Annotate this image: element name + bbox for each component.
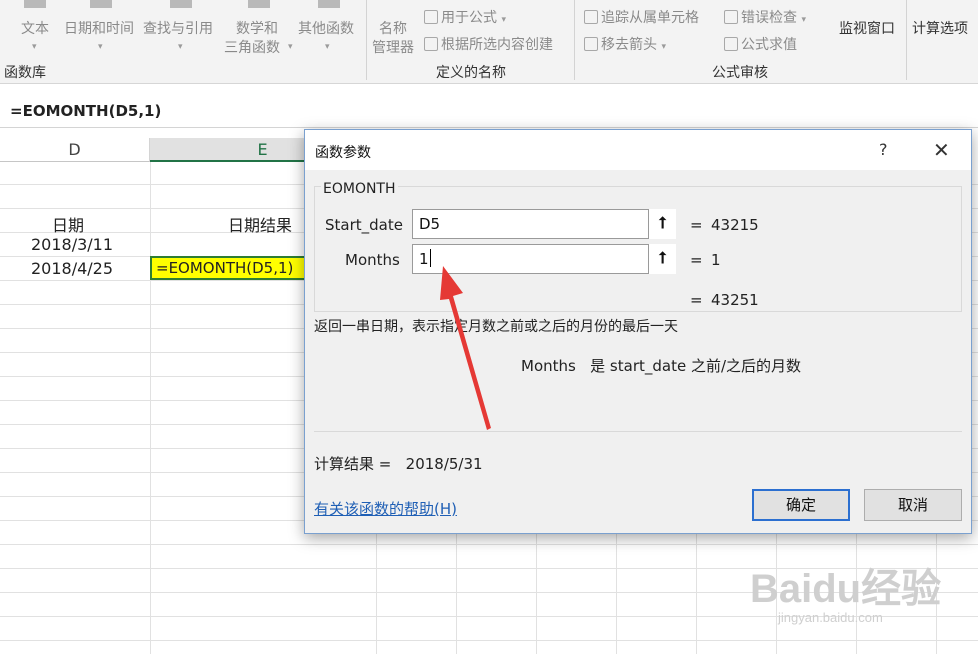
parameter-name: Months (521, 357, 576, 375)
function-help-link[interactable]: 有关该函数的帮助(H) (314, 498, 457, 519)
chevron-down-icon: ▾ (501, 15, 506, 25)
group-separator (906, 0, 907, 80)
datetime-icon (90, 0, 112, 8)
chevron-down-icon: ▾ (98, 42, 103, 52)
ribbon-evaluate-formula-button[interactable]: 公式求值 (724, 34, 797, 54)
remove-arrows-label: 移去箭头 (601, 37, 657, 53)
ribbon-create-from-selection-button[interactable]: 根据所选内容创建 (424, 34, 553, 54)
cell-e3[interactable]: 日期结果 (228, 212, 292, 236)
column-gridline (150, 162, 151, 654)
chevron-down-icon: ▾ (178, 42, 183, 52)
math-icon (248, 0, 270, 8)
trace-dependents-label: 追踪从属单元格 (601, 10, 699, 26)
remove-arrows-icon (584, 37, 598, 51)
chevron-down-icon: ▾ (32, 42, 37, 52)
formula-bar[interactable]: =EOMONTH(D5,1) (0, 96, 978, 128)
months-input[interactable]: 1 (412, 244, 676, 274)
use-in-formula-label: 用于公式 (441, 10, 497, 26)
lookup-icon (170, 0, 192, 8)
other-func-icon (318, 0, 340, 8)
formula-bar-value[interactable]: =EOMONTH(D5,1) (10, 102, 161, 120)
row-gridline (0, 640, 978, 641)
create-icon (424, 37, 438, 51)
function-name: EOMONTH (321, 181, 398, 197)
months-value: 1 (419, 250, 429, 268)
ribbon-use-in-formula-button[interactable]: 用于公式 ▾ (424, 7, 506, 27)
ribbon-text-button[interactable]: 文本 (21, 18, 49, 38)
arg-label-months: Months (345, 251, 400, 269)
ribbon-name-manager-button[interactable]: 名称 (379, 18, 407, 38)
chevron-down-icon: ▾ (801, 15, 806, 25)
chevron-down-icon: ▾ (661, 42, 666, 52)
group-label-defined-names: 定义的名称 (436, 65, 506, 81)
collapse-dialog-icon[interactable]: ⭡ (648, 209, 676, 239)
ribbon-other-button[interactable]: 其他函数 (298, 18, 354, 38)
group-label-function-library: 函数库 (4, 65, 46, 81)
start-date-result: 43215 (711, 216, 759, 234)
equals-sign: = (690, 251, 703, 269)
cell-e5-active[interactable]: =EOMONTH(D5,1) (150, 256, 306, 280)
ribbon-trace-dependents-button[interactable]: 追踪从属单元格 (584, 7, 699, 27)
group-separator (574, 0, 575, 80)
parameter-text: 是 start_date 之前/之后的月数 (590, 357, 802, 375)
text-icon (24, 0, 46, 8)
function-description: 返回一串日期，表示指定月数之前或之后的月份的最后一天 (314, 319, 678, 335)
chevron-down-icon: ▾ (288, 42, 293, 52)
ribbon-name-manager-label-2: 管理器 (372, 40, 414, 56)
group-label-formula-auditing: 公式审核 (712, 65, 768, 81)
watermark-url: jingyan.baidu.com (778, 610, 883, 625)
watermark-logo: Baidu经验 (750, 567, 942, 611)
error-check-icon (724, 10, 738, 24)
ribbon-lookup-button[interactable]: 查找与引用 (143, 18, 213, 38)
calc-result-label: 计算结果 = (314, 455, 392, 473)
error-check-label: 错误检查 (741, 10, 797, 26)
ribbon-error-check-button[interactable]: 错误检查 ▾ (724, 7, 806, 27)
evaluate-icon (724, 37, 738, 51)
ribbon-math-button[interactable]: 数学和 (236, 18, 278, 38)
months-result: 1 (711, 251, 721, 269)
start-date-input[interactable]: D5 (412, 209, 676, 239)
calculation-result: 计算结果 = 2018/5/31 (314, 453, 483, 474)
equals-sign: = (690, 216, 703, 234)
cell-d3[interactable]: 日期 (52, 212, 84, 236)
fx-icon (424, 10, 438, 24)
column-header-d[interactable]: D (0, 138, 150, 162)
row-gridline (0, 544, 978, 545)
ribbon-watch-window-button[interactable]: 监视窗口 (839, 18, 895, 38)
ribbon-datetime-button[interactable]: 日期和时间 (64, 18, 134, 38)
cell-d4[interactable]: 2018/3/11 (31, 235, 113, 254)
divider (314, 431, 962, 432)
trace-icon (584, 10, 598, 24)
calc-result-value: 2018/5/31 (405, 455, 483, 473)
create-from-selection-label: 根据所选内容创建 (441, 37, 553, 53)
ribbon-math-label-2: 三角函数 (224, 40, 280, 56)
formula-result: 43251 (711, 291, 759, 309)
chevron-down-icon: ▾ (325, 42, 330, 52)
ribbon: 文本 ▾ 日期和时间 ▾ 查找与引用 ▾ 数学和 三角函数 ▾ 其他函数 ▾ 函… (0, 0, 978, 84)
group-separator (366, 0, 367, 80)
start-date-value: D5 (419, 215, 441, 233)
text-caret (429, 249, 431, 267)
equals-sign: = (690, 291, 703, 309)
ribbon-remove-arrows-button[interactable]: 移去箭头 ▾ (584, 34, 666, 54)
function-arguments-dialog: 函数参数 ? ✕ EOMONTH Start_date D5 ⭡ = 43215… (304, 129, 972, 534)
parameter-description: Months 是 start_date 之前/之后的月数 (521, 355, 801, 376)
collapse-dialog-icon[interactable]: ⭡ (648, 244, 676, 274)
evaluate-formula-label: 公式求值 (741, 37, 797, 53)
ribbon-calc-options-button[interactable]: 计算选项 (912, 18, 968, 38)
cancel-button[interactable]: 取消 (864, 489, 962, 521)
dialog-title: 函数参数 (315, 145, 371, 161)
dialog-titlebar[interactable]: 函数参数 ? ✕ (305, 130, 971, 170)
cell-d5[interactable]: 2018/4/25 (31, 259, 113, 278)
arg-label-start-date: Start_date (325, 216, 403, 234)
ok-button[interactable]: 确定 (752, 489, 850, 521)
close-icon[interactable]: ✕ (933, 138, 950, 162)
help-icon[interactable]: ? (879, 140, 888, 159)
